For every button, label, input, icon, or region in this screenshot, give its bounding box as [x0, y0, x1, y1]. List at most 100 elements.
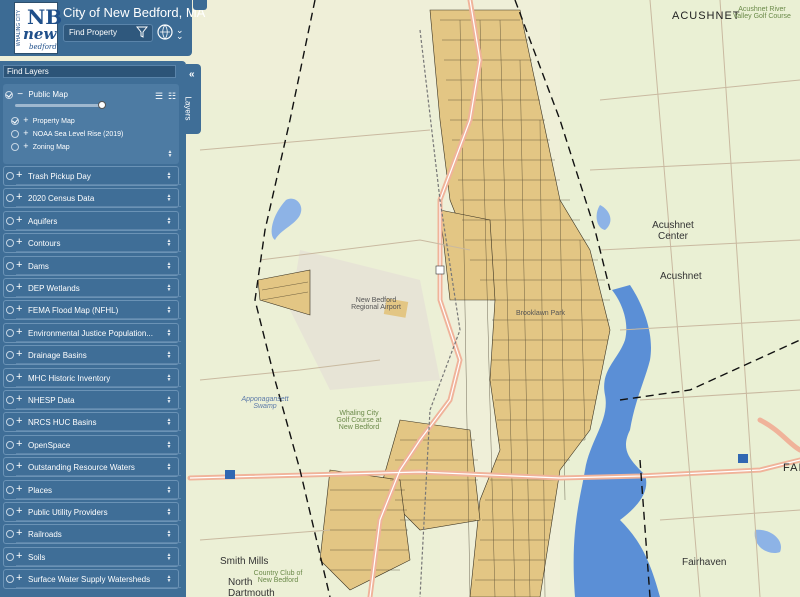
expand-plus-icon[interactable]: +	[16, 572, 22, 584]
layer-row[interactable]: + Environmental Justice Population... ▲ ▼	[3, 322, 181, 343]
expand-plus-icon[interactable]: +	[16, 371, 22, 383]
layer-opacity-track[interactable]	[16, 363, 181, 365]
reorder-arrows-icon[interactable]: ▲ ▼	[166, 194, 172, 203]
expand-plus-icon[interactable]: +	[16, 326, 22, 338]
layer-opacity-track[interactable]	[16, 296, 181, 297]
layer-row[interactable]: + Surface Water Supply Watersheds ▲ ▼	[3, 569, 181, 590]
reorder-arrows-icon[interactable]: ▲ ▼	[166, 284, 172, 293]
reorder-arrows-icon[interactable]: ▲ ▼	[166, 508, 172, 517]
layer-toggle[interactable]	[6, 418, 14, 427]
layer-row[interactable]: + Trash Pickup Day ▲ ▼	[3, 166, 181, 186]
layer-opacity-track[interactable]	[16, 430, 181, 432]
layer-toggle[interactable]	[6, 306, 14, 315]
layer-row[interactable]: + MHC Historic Inventory ▲ ▼	[3, 367, 181, 388]
expand-plus-icon[interactable]: +	[16, 415, 22, 427]
layer-row[interactable]: + NHESP Data ▲ ▼	[3, 390, 181, 410]
reorder-arrows-icon[interactable]: ▲ ▼	[166, 440, 172, 449]
layers-panel-tab[interactable]: « Layers	[184, 64, 201, 134]
collapse-minus-icon[interactable]: −	[17, 89, 23, 100]
expand-plus-icon[interactable]: +	[23, 128, 28, 138]
filter-icon[interactable]	[136, 26, 148, 38]
reorder-arrows-icon[interactable]: ▲ ▼	[166, 418, 172, 427]
expand-plus-icon[interactable]: +	[16, 191, 22, 203]
expand-plus-icon[interactable]: +	[16, 348, 22, 360]
layer-toggle[interactable]	[6, 172, 14, 180]
chevron-double-down-icon[interactable]: ⌄ ⌄	[176, 26, 184, 41]
expand-plus-icon[interactable]: +	[16, 460, 22, 472]
reorder-arrows-icon[interactable]: ▲ ▼	[166, 351, 172, 360]
expand-plus-icon[interactable]: +	[16, 169, 22, 181]
expand-plus-icon[interactable]: +	[16, 393, 22, 405]
reorder-arrows-icon[interactable]: ▲ ▼	[166, 530, 172, 539]
expand-plus-icon[interactable]: +	[16, 483, 22, 495]
layer-toggle[interactable]	[6, 194, 14, 203]
list-icon[interactable]: ☰	[155, 91, 163, 102]
reorder-arrows-icon[interactable]: ▲ ▼	[166, 575, 172, 584]
layer-opacity-track[interactable]	[16, 273, 181, 275]
layer-toggle[interactable]	[6, 530, 14, 539]
layer-opacity-track[interactable]	[16, 340, 181, 342]
find-layers-input[interactable]: Find Layers	[3, 65, 176, 78]
reorder-arrows-icon[interactable]: ▲ ▼	[166, 328, 172, 337]
legend-icon[interactable]: ☷	[168, 91, 176, 102]
reorder-arrows-icon[interactable]: ▲ ▼	[167, 150, 173, 159]
layer-toggle[interactable]	[6, 508, 14, 516]
layer-opacity-track[interactable]	[16, 475, 181, 477]
layer-opacity-track[interactable]	[16, 452, 181, 454]
expand-plus-icon[interactable]: +	[23, 115, 28, 125]
expand-plus-icon[interactable]: +	[16, 259, 22, 271]
layer-toggle[interactable]	[6, 552, 14, 561]
public-map-header[interactable]: − Public Map	[5, 89, 68, 100]
reorder-arrows-icon[interactable]: ▲ ▼	[166, 485, 172, 494]
property-map-toggle[interactable]	[11, 116, 19, 125]
reorder-arrows-icon[interactable]: ▲ ▼	[166, 306, 172, 315]
layer-row[interactable]: + Public Utility Providers ▲ ▼	[3, 502, 181, 522]
layer-row[interactable]: + Outstanding Resource Waters ▲ ▼	[3, 457, 181, 478]
layer-row[interactable]: + Dams ▲ ▼	[3, 255, 181, 276]
layer-opacity-track[interactable]	[16, 385, 181, 387]
layer-toggle[interactable]	[6, 261, 14, 270]
sublayer-property-map[interactable]: + Property Map	[11, 115, 75, 125]
layer-toggle[interactable]	[6, 328, 14, 337]
collapse-left-icon[interactable]: «	[189, 69, 195, 80]
layer-row[interactable]: + DEP Wetlands ▲ ▼	[3, 278, 181, 298]
reorder-arrows-icon[interactable]: ▲ ▼	[166, 216, 172, 225]
layer-toggle[interactable]	[6, 485, 14, 494]
layer-opacity-track[interactable]	[16, 184, 181, 185]
expand-plus-icon[interactable]: +	[16, 303, 22, 315]
reorder-arrows-icon[interactable]: ▲ ▼	[166, 552, 172, 561]
opacity-slider-knob[interactable]	[98, 101, 106, 109]
noaa-toggle[interactable]	[11, 129, 19, 138]
sublayer-zoning-map[interactable]: + Zoning Map	[11, 141, 70, 151]
layer-row[interactable]: + OpenSpace ▲ ▼	[3, 434, 181, 455]
layer-row[interactable]: + NRCS HUC Basins ▲ ▼	[3, 412, 181, 433]
opacity-slider[interactable]	[15, 101, 106, 109]
layer-row[interactable]: + Railroads ▲ ▼	[3, 524, 181, 545]
layer-toggle[interactable]	[6, 239, 14, 248]
layer-row[interactable]: + Soils ▲ ▼	[3, 546, 181, 567]
layer-row[interactable]: + Drainage Basins ▲ ▼	[3, 345, 181, 366]
layer-row[interactable]: +2020 Census Data ▲ ▼	[3, 188, 181, 209]
layer-toggle[interactable]	[6, 396, 14, 404]
layer-row[interactable]: + Places ▲ ▼	[3, 479, 181, 500]
layer-toggle[interactable]	[6, 216, 14, 225]
layer-opacity-track[interactable]	[16, 497, 181, 499]
layer-row[interactable]: + FEMA Flood Map (NFHL) ▲ ▼	[3, 300, 181, 321]
reorder-arrows-icon[interactable]: ▲ ▼	[166, 239, 172, 248]
public-map-toggle[interactable]	[5, 90, 13, 99]
expand-plus-icon[interactable]: +	[16, 527, 22, 539]
layer-opacity-track[interactable]	[16, 542, 181, 544]
expand-plus-icon[interactable]: +	[16, 236, 22, 248]
map-tools-tab[interactable]	[193, 0, 207, 10]
reorder-arrows-icon[interactable]: ▲ ▼	[166, 172, 172, 181]
city-logo[interactable]: WHALING CITY NB new bedford	[14, 2, 62, 54]
reorder-arrows-icon[interactable]: ▲ ▼	[166, 463, 172, 472]
layer-toggle[interactable]	[6, 351, 14, 360]
layer-toggle[interactable]	[6, 463, 14, 472]
expand-plus-icon[interactable]: +	[16, 214, 22, 226]
layer-toggle[interactable]	[6, 373, 14, 382]
expand-plus-icon[interactable]: +	[16, 505, 22, 517]
layer-opacity-track[interactable]	[16, 318, 181, 320]
layer-opacity-track[interactable]	[16, 520, 181, 521]
zoning-toggle[interactable]	[11, 142, 19, 151]
